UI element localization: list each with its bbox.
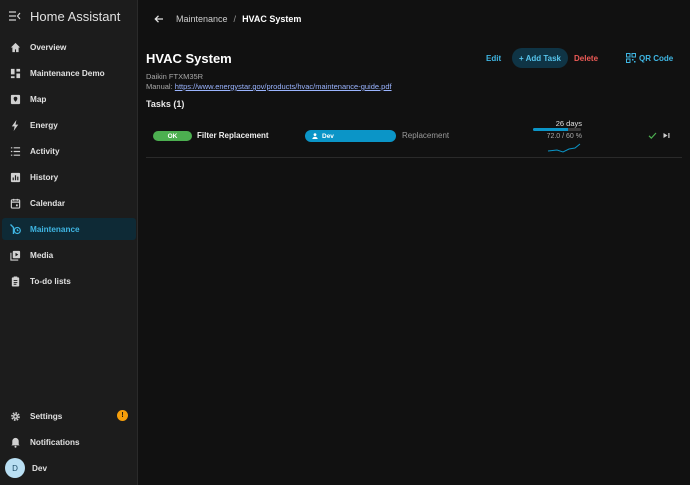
dashboard-icon	[9, 67, 21, 79]
person-icon	[312, 133, 318, 139]
avatar: D	[5, 458, 25, 478]
back-arrow-icon[interactable]	[154, 14, 164, 24]
sidebar-header: Home Assistant	[0, 0, 137, 32]
sparkline	[547, 143, 581, 153]
menu-collapse-icon[interactable]	[8, 9, 22, 23]
sidebar-item-map[interactable]: Map	[2, 88, 136, 110]
sidebar-item-settings[interactable]: Settings !	[2, 405, 136, 427]
progress-bar	[533, 128, 581, 131]
sidebar-item-label: Maintenance	[30, 224, 80, 234]
manual-label: Manual:	[146, 82, 173, 91]
home-icon	[9, 41, 21, 53]
app-title: Home Assistant	[30, 8, 121, 24]
sidebar-item-overview[interactable]: Overview	[2, 36, 136, 58]
clipboard-icon	[9, 275, 21, 287]
sidebar-item-user[interactable]: D Dev	[2, 457, 136, 479]
device-manual: Manual: https://www.energystar.gov/produ…	[146, 82, 392, 91]
task-name: Filter Replacement	[197, 131, 269, 140]
row-actions	[648, 131, 671, 140]
notification-badge: !	[117, 410, 128, 421]
qr-code-button[interactable]: QR Code	[626, 48, 673, 68]
skip-next-icon[interactable]	[662, 131, 671, 140]
sidebar-item-maintenance-demo[interactable]: Maintenance Demo	[2, 62, 136, 84]
sidebar-item-label: Overview	[30, 42, 67, 52]
sidebar-item-label: Maintenance Demo	[30, 68, 105, 78]
complete-check-icon[interactable]	[648, 131, 657, 140]
chart-icon	[9, 171, 21, 183]
sidebar-item-calendar[interactable]: Calendar	[2, 192, 136, 214]
manual-link[interactable]: https://www.energystar.gov/products/hvac…	[175, 82, 392, 91]
sidebar-item-label: History	[30, 172, 59, 182]
calendar-icon	[9, 197, 21, 209]
breadcrumb-separator: /	[233, 14, 237, 24]
breadcrumb-parent[interactable]: Maintenance	[176, 14, 228, 24]
delete-button[interactable]: Delete	[574, 48, 598, 68]
bell-icon	[9, 436, 21, 448]
media-icon	[9, 249, 21, 261]
assignee-chip: Dev	[305, 130, 396, 142]
device-model: Daikin FTXM35R	[146, 72, 204, 81]
sidebar-item-label: Notifications	[30, 437, 80, 447]
sidebar-item-label: To-do lists	[30, 276, 71, 286]
days-remaining: 26 days	[555, 119, 582, 128]
sidebar-item-label: Map	[30, 94, 47, 104]
breadcrumb-current: HVAC System	[242, 14, 302, 24]
page-title: HVAC System	[146, 51, 232, 66]
sidebar-item-history[interactable]: History	[2, 166, 136, 188]
sidebar-item-label: Media	[30, 250, 54, 260]
sidebar-item-energy[interactable]: Energy	[2, 114, 136, 136]
map-icon	[9, 93, 21, 105]
user-name: Dev	[32, 463, 48, 473]
task-type: Replacement	[402, 131, 450, 140]
tasks-heading: Tasks (1)	[146, 99, 185, 109]
status-badge: OK	[153, 131, 192, 141]
sidebar-item-activity[interactable]: Activity	[2, 140, 136, 162]
progress-bar-fill	[533, 128, 568, 131]
sidebar-item-label: Activity	[30, 146, 60, 156]
edit-button[interactable]: Edit	[486, 48, 501, 68]
sidebar-item-label: Energy	[30, 120, 58, 130]
top-bar: Maintenance / HVAC System	[138, 0, 690, 38]
assignee-name: Dev	[322, 132, 334, 140]
sidebar-item-maintenance[interactable]: Maintenance	[2, 218, 136, 240]
sidebar-item-media[interactable]: Media	[2, 244, 136, 266]
lightning-icon	[9, 119, 21, 131]
sidebar-item-label: Calendar	[30, 198, 66, 208]
sidebar-item-label: Settings	[30, 411, 63, 421]
sidebar-item-notifications[interactable]: Notifications	[2, 431, 136, 453]
table-row[interactable]: OK Filter Replacement Dev Replacement 26…	[146, 118, 682, 158]
add-task-button[interactable]: + Add Task	[512, 48, 568, 68]
qr-code-icon	[626, 53, 636, 63]
wrench-clock-icon	[9, 223, 21, 235]
sensor-reading: 72.0 / 60 %	[546, 133, 582, 140]
qr-code-label: QR Code	[639, 53, 674, 63]
sidebar: Home Assistant Overview Maintenance Demo…	[0, 0, 138, 485]
sidebar-item-to-do-lists[interactable]: To-do lists	[2, 270, 136, 292]
list-icon	[9, 145, 21, 157]
gear-icon	[9, 410, 21, 422]
